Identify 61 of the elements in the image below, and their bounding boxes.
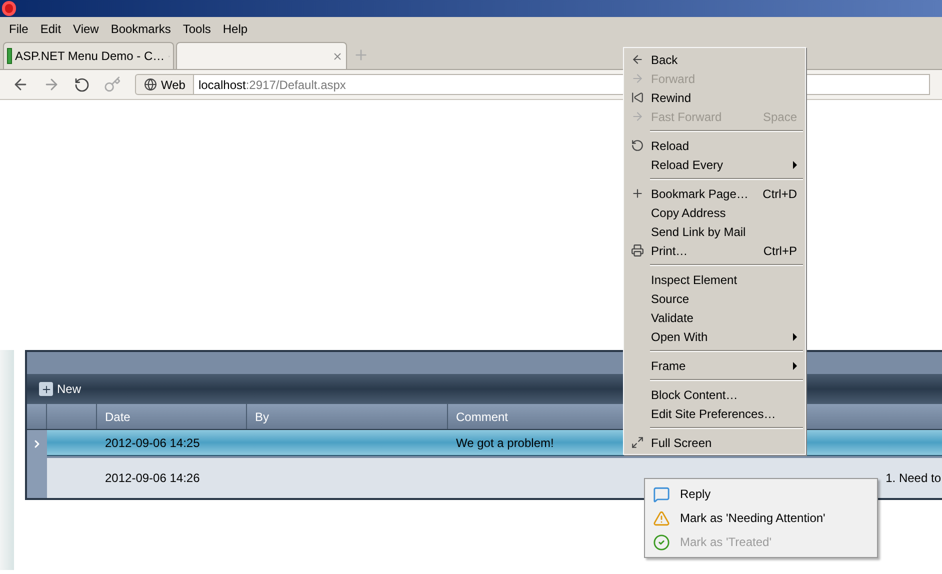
context-menu-item[interactable]: Bookmark Page… Ctrl+D: [624, 184, 805, 203]
context-menu-item[interactable]: Full Screen: [624, 433, 805, 452]
close-icon[interactable]: [332, 50, 343, 62]
printer-icon: [631, 244, 644, 257]
key-icon[interactable]: [104, 76, 121, 93]
shortcut-label: Space: [762, 108, 797, 126]
table-cell: 2012-09-06 14:25: [105, 436, 200, 450]
rewind-icon: [631, 91, 644, 104]
back-icon[interactable]: [12, 76, 29, 93]
context-menu-item[interactable]: Reload Every: [624, 155, 805, 174]
arrow-right-icon: [631, 72, 644, 85]
context-menu-item[interactable]: Send Link by Mail: [624, 222, 805, 241]
reload-icon: [631, 139, 644, 152]
badge-label: Web: [161, 76, 186, 94]
arrow-left-icon: [631, 53, 644, 66]
plus-icon: [39, 382, 53, 396]
web-badge[interactable]: Web: [135, 74, 194, 95]
context-menu-item[interactable]: Block Content…: [624, 385, 805, 404]
context-menu-item[interactable]: Reload: [624, 136, 805, 155]
globe-icon: [144, 78, 157, 91]
submenu-arrow-icon: [793, 362, 797, 370]
new-button[interactable]: New: [39, 380, 82, 398]
check-circle-icon: [653, 534, 670, 550]
warning-icon: [653, 510, 670, 526]
column-header[interactable]: By: [247, 404, 448, 429]
menu-item[interactable]: Help: [216, 19, 254, 39]
fullscreen-icon: [631, 436, 644, 449]
submenu-arrow-icon: [793, 332, 797, 340]
tab-title: ASP.NET Menu Demo - C…: [15, 48, 165, 65]
table-cell-text: 1. Need to: [886, 470, 941, 487]
column-header[interactable]: Date: [97, 404, 247, 429]
speech-bubble-icon: [653, 486, 670, 502]
reload-icon[interactable]: [74, 76, 90, 92]
browser-logo-icon: [2, 1, 16, 16]
context-menu-item[interactable]: Edit Site Preferences…: [624, 404, 805, 423]
context-menu-item[interactable]: Validate: [624, 308, 805, 327]
browser-tab[interactable]: ASP.NET Menu Demo - C…: [3, 42, 174, 69]
forward-icon[interactable]: [43, 76, 60, 93]
table-cell-text: We got a problem!: [456, 434, 554, 452]
row-menu-item[interactable]: Mark as 'Needing Attention': [645, 506, 877, 530]
menu-item[interactable]: Edit: [34, 19, 68, 39]
context-menu-item[interactable]: Inspect Element: [624, 270, 805, 289]
menu-item[interactable]: File: [3, 19, 34, 39]
browser-tab[interactable]: [176, 42, 347, 69]
context-menu-item[interactable]: Frame: [624, 356, 805, 375]
table-cell: 2012-09-06 14:26: [105, 471, 200, 485]
shortcut-label: Ctrl+D: [762, 186, 797, 202]
arrow-right-icon: [631, 110, 644, 123]
context-menu-item[interactable]: Copy Address: [624, 203, 805, 222]
menu-item[interactable]: Tools: [176, 19, 217, 39]
context-menu-item[interactable]: Source: [624, 289, 805, 308]
context-menu-item[interactable]: Print… Ctrl+P: [624, 241, 805, 260]
plus-icon: [631, 187, 644, 200]
menu-item[interactable]: View: [67, 19, 105, 39]
page-favicon-icon: [7, 48, 12, 64]
context-menu-item[interactable]: Open With: [624, 327, 805, 346]
submenu-arrow-icon: [793, 160, 797, 168]
menu-item[interactable]: Bookmarks: [104, 19, 177, 39]
shortcut-label: Ctrl+P: [763, 242, 797, 260]
context-menu-item[interactable]: Back: [624, 50, 805, 69]
new-tab-icon[interactable]: [353, 47, 369, 63]
